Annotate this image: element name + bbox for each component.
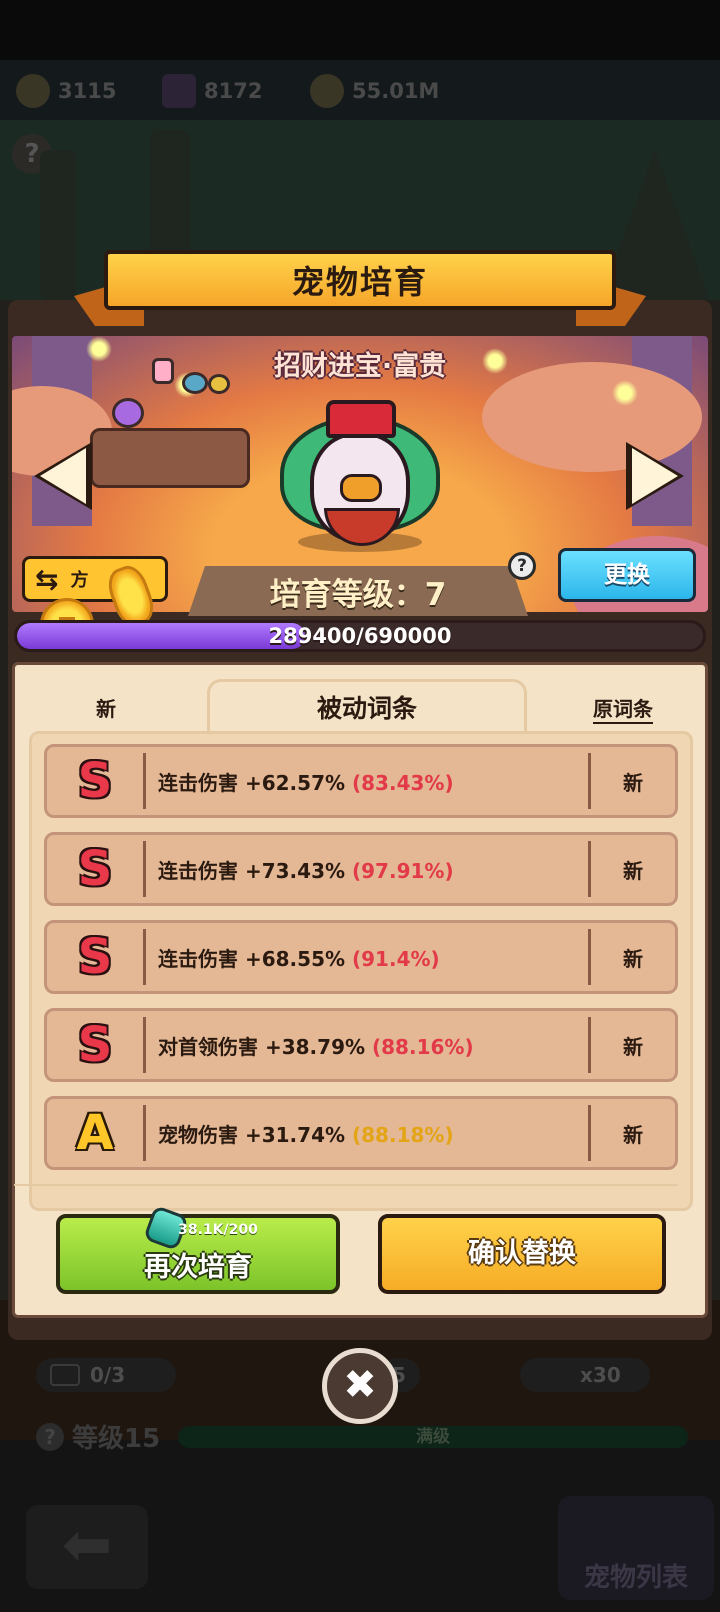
attribute-roll: (97.91%) [352,858,454,883]
resource-egg: 3115 [16,74,116,108]
attribute-value: +73.43% [244,858,346,883]
video-counter: 0/3 [36,1358,176,1392]
video-icon [50,1364,80,1386]
breeding-level: 培育等级：7 [269,576,447,613]
replace-pet-button[interactable]: 更换 [558,548,696,602]
title-banner: 宠物培育 [74,250,646,326]
pet-name: 招财进宝·富贵 [273,351,447,382]
attribute-name: 对首领伤害 [158,1034,258,1059]
close-icon[interactable]: ✖ [322,1348,398,1424]
breed-cost: 38.1K/200 [178,1222,258,1238]
attribute-tabs: 新 被动词条 原词条 [31,679,691,733]
attribute-new-tag: 新 [623,858,643,883]
egg-count: x30 [580,1363,621,1387]
purple-gem-icon [162,74,196,108]
bg-level-label: ? 等级15 [36,1418,160,1455]
resource-gem-value: 8172 [204,79,263,103]
pet-fortune-pig-image [280,398,440,552]
attribute-new-tag: 新 [623,1122,643,1147]
xp-text: 289400/690000 [268,624,452,648]
attribute-row: S 连击伤害 +62.57% (83.43%) 新 [44,744,678,818]
attribute-value: +38.79% [264,1034,366,1059]
potion-icon [112,398,144,428]
pet-list-button: 宠物列表 [558,1496,714,1600]
attribute-text: 连击伤害 +73.43% (97.91%) [146,855,588,884]
next-pet-arrow-icon[interactable] [626,442,684,510]
resource-egg-value: 3115 [58,79,117,103]
swap-arrows-icon: ⇆ [35,562,59,596]
attribute-new-tag: 新 [623,946,643,971]
grade-badge: S [77,841,113,897]
attribute-roll: (88.16%) [372,1034,474,1059]
divider [14,1184,678,1186]
resource-gold: 55.01M [310,74,439,108]
grade-badge: S [77,1017,113,1073]
back-arrow-icon: ⬅ [26,1505,148,1589]
attribute-new-tag: 新 [623,1034,643,1059]
attribute-new-tag: 新 [623,770,643,795]
pet-list-label: 宠物列表 [583,1563,688,1593]
tab-passive[interactable]: 被动词条 [207,679,527,733]
scheme-label: 方 [70,570,89,591]
level-text: 等级15 [72,1424,161,1454]
tab-new[interactable]: 新 [31,693,181,722]
breeding-xp-bar: 289400/690000 [14,620,706,652]
attribute-row: S 连击伤害 +68.55% (91.4%) 新 [44,920,678,994]
breeding-level-plaque: 培育等级：7 [188,566,528,616]
resource-gold-value: 55.01M [352,79,440,103]
egg-counter: x30 [520,1358,650,1392]
tree-trunk [40,150,76,300]
level-help-icon[interactable]: ? [508,552,536,580]
confirm-replace-button[interactable]: 确认替换 [378,1214,666,1294]
attribute-name: 宠物伤害 [158,1122,238,1147]
attribute-row: A 宠物伤害 +31.74% (88.18%) 新 [44,1096,678,1170]
attribute-roll: (91.4%) [352,946,440,971]
egg-icon [16,74,50,108]
resource-gem: 8172 [162,74,262,108]
attribute-value: +62.57% [244,770,346,795]
attribute-list: S 连击伤害 +62.57% (83.43%) 新 S 连击伤害 +73.43% (97… [29,731,693,1211]
breed-again-button[interactable]: 38.1K/200 再次培育 [56,1204,340,1294]
grade-badge: S [77,929,113,985]
grade-badge: A [76,1105,114,1161]
attribute-roll: (88.18%) [352,1122,454,1147]
video-count: 0/3 [90,1363,126,1387]
attribute-text: 对首领伤害 +38.79% (88.16%) [146,1031,588,1060]
attribute-text: 连击伤害 +68.55% (91.4%) [146,943,588,972]
prev-pet-arrow-icon[interactable] [34,442,92,510]
bg-level-bar: 满级 [178,1426,688,1448]
resource-bar: 3115 8172 55.01M [0,68,720,114]
modal-title: 宠物培育 [291,263,428,301]
attribute-row: S 对首领伤害 +38.79% (88.16%) 新 [44,1008,678,1082]
attribute-name: 连击伤害 [158,770,238,795]
attribute-name: 连击伤害 [158,858,238,883]
help-icon: ? [36,1422,64,1451]
attribute-text: 宠物伤害 +31.74% (88.18%) [146,1119,588,1148]
grade-badge: S [77,753,113,809]
attribute-text: 连击伤害 +62.57% (83.43%) [146,767,588,796]
gold-coin-icon [310,74,344,108]
attribute-roll: (83.43%) [352,770,454,795]
breed-again-label: 再次培育 [144,1252,252,1283]
attribute-value: +68.55% [244,946,346,971]
attribute-row: S 连击伤害 +73.43% (97.91%) 新 [44,832,678,906]
tab-original[interactable]: 原词条 [593,693,653,724]
firefly [612,380,638,406]
attribute-name: 连击伤害 [158,946,238,971]
ribbon-main: 宠物培育 [104,250,616,310]
attribute-value: +31.74% [244,1122,346,1147]
alchemy-table [90,428,250,488]
